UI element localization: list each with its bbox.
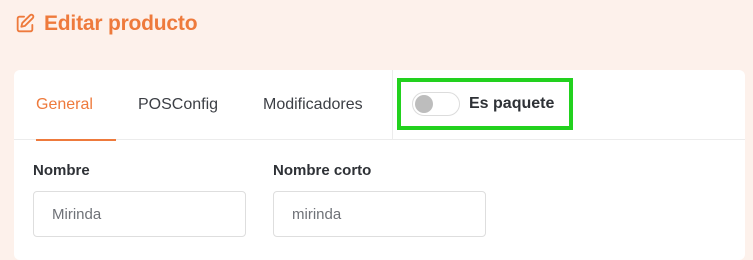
tab-bar: General POSConfig Modificadores Es paque… [14,70,745,141]
package-toggle-highlight: Es paquete [397,78,573,130]
tab-divider [392,70,393,140]
package-toggle-label: Es paquete [469,95,555,112]
tab-label: Modificadores [263,96,363,113]
tab-general[interactable]: General [36,70,116,141]
tab-label: POSConfig [138,96,219,113]
tab-modificadores[interactable]: Modificadores [263,70,363,140]
tab-posconfig[interactable]: POSConfig [138,70,218,140]
product-card: General POSConfig Modificadores Es paque… [14,70,745,260]
name-label: Nombre [33,162,90,179]
page-header: Editar producto [14,12,198,36]
short-name-label: Nombre corto [273,162,372,179]
edit-icon [16,13,35,33]
name-field-group: Nombre [33,162,246,237]
toggle-knob [415,95,433,113]
package-toggle-switch[interactable] [412,92,460,116]
short-name-field-group: Nombre corto [273,162,486,237]
name-input[interactable] [33,191,246,237]
short-name-input[interactable] [273,191,486,237]
tab-label: General [36,96,93,113]
page-title: Editar producto [44,12,198,35]
